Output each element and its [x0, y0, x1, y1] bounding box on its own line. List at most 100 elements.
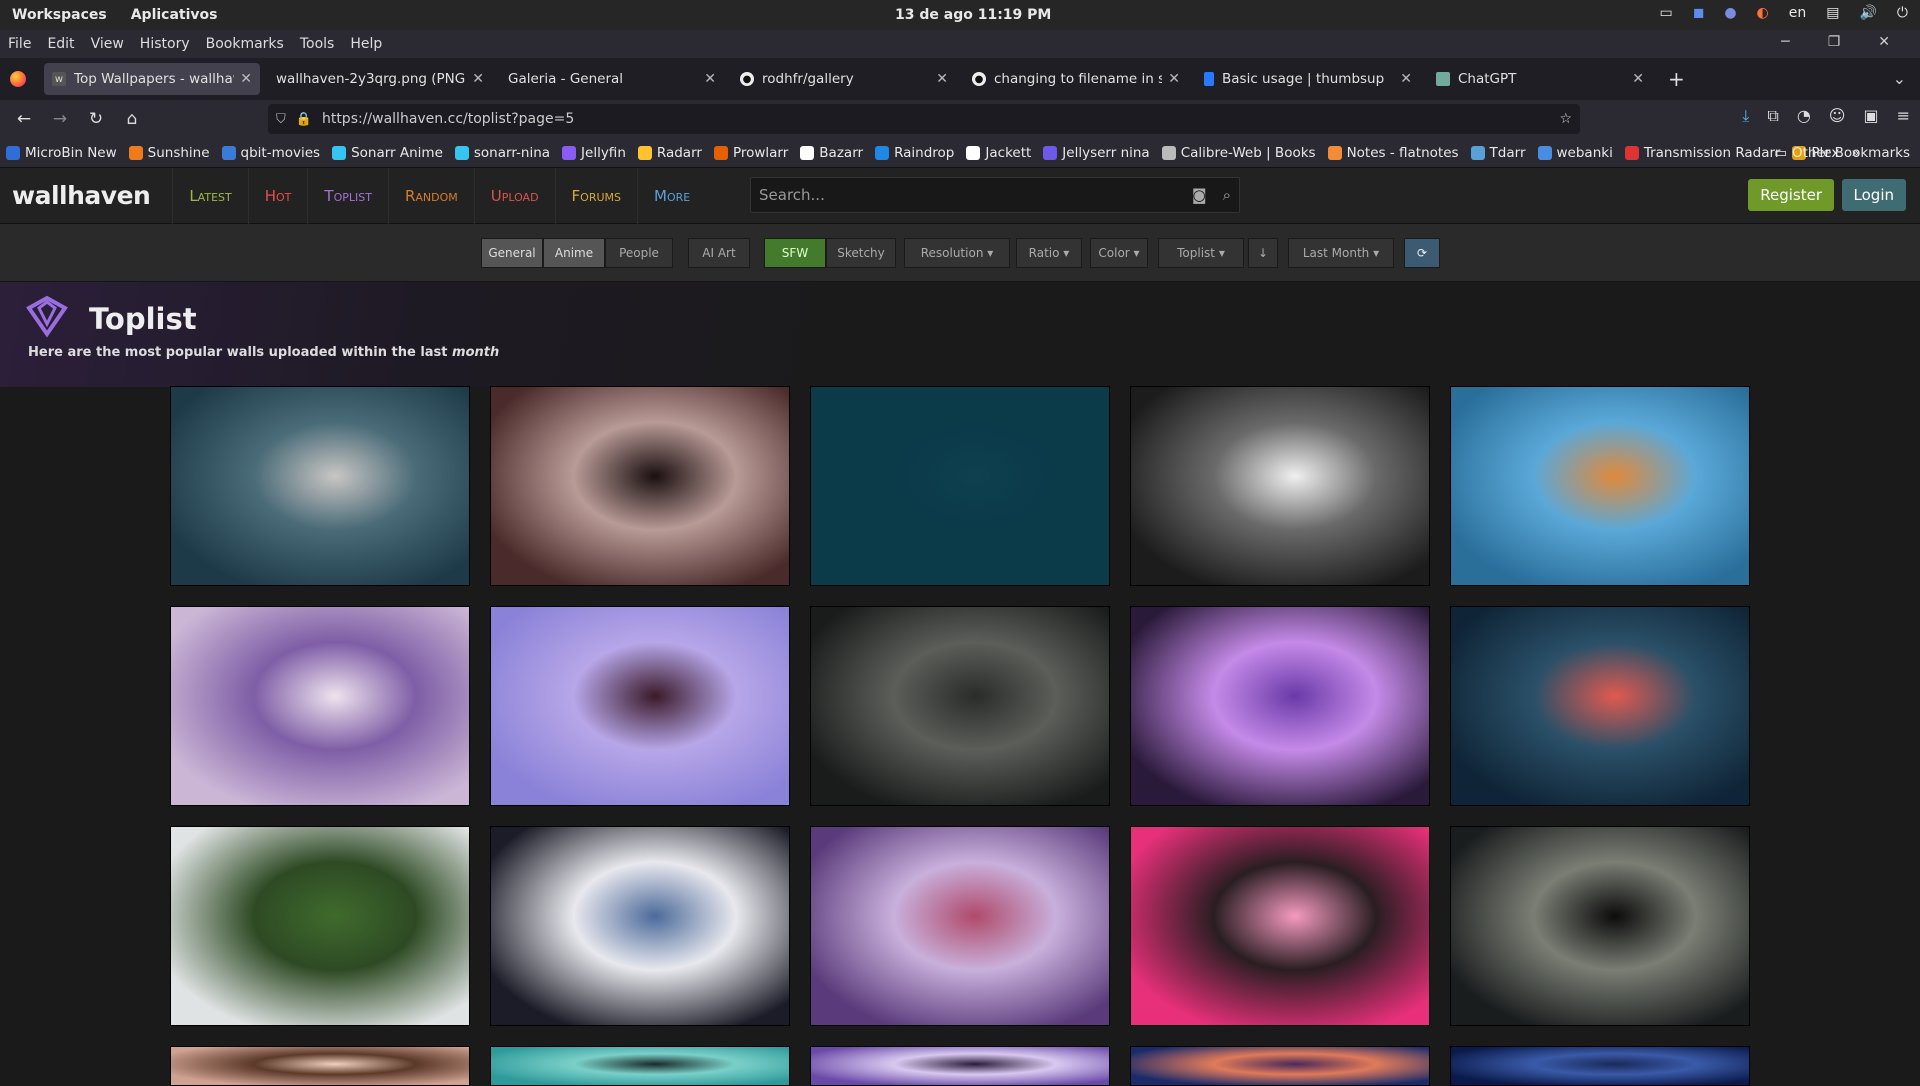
- close-window-icon[interactable]: ✕: [1878, 34, 1890, 50]
- search-icon[interactable]: ⌕: [1223, 186, 1231, 204]
- wallpaper-thumbnail[interactable]: [1130, 826, 1430, 1026]
- volume-icon[interactable]: 🔊: [1859, 5, 1876, 21]
- wallpaper-thumbnail[interactable]: [170, 1046, 470, 1086]
- refresh-icon[interactable]: ⟳: [1404, 238, 1440, 268]
- bookmark-item[interactable]: Notes - flatnotes: [1327, 145, 1459, 161]
- wallpaper-thumbnail[interactable]: [1130, 1046, 1430, 1086]
- wallpaper-thumbnail[interactable]: [490, 386, 790, 586]
- menu-history[interactable]: History: [140, 36, 190, 52]
- language-indicator[interactable]: en: [1789, 5, 1807, 21]
- menu-bookmarks[interactable]: Bookmarks: [206, 36, 284, 52]
- tab-png-image[interactable]: wallhaven-2y3qrg.png (PNG Image ✕: [268, 63, 492, 95]
- close-tab-icon[interactable]: ✕: [936, 71, 948, 87]
- tab-github-issue[interactable]: ● changing to filename in sort ✕: [964, 63, 1188, 95]
- resolution-dropdown[interactable]: Resolution ▾: [904, 238, 1010, 268]
- wallpaper-thumbnail[interactable]: [1450, 606, 1750, 806]
- bookmark-item[interactable]: Jackett: [966, 145, 1031, 161]
- nav-forums[interactable]: Forums: [554, 167, 637, 224]
- home-icon[interactable]: ⌂: [116, 103, 148, 135]
- restore-icon[interactable]: ❐: [1828, 34, 1841, 50]
- sort-order-button[interactable]: ↓: [1248, 238, 1278, 268]
- wallpaper-thumbnail[interactable]: [810, 826, 1110, 1026]
- menu-edit[interactable]: Edit: [47, 36, 74, 52]
- wallpaper-thumbnail[interactable]: [1130, 386, 1430, 586]
- bookmark-item[interactable]: sonarr-nina: [454, 145, 550, 161]
- color-dropdown[interactable]: Color ▾: [1090, 238, 1148, 268]
- toplist-range-dropdown[interactable]: Last Month ▾: [1288, 238, 1394, 268]
- bookmark-item[interactable]: Sunshine: [128, 145, 210, 161]
- wallpaper-thumbnail[interactable]: [1450, 386, 1750, 586]
- wallpaper-thumbnail[interactable]: [1130, 606, 1430, 806]
- menu-tools[interactable]: Tools: [300, 36, 335, 52]
- firefox-view-icon[interactable]: [4, 65, 32, 93]
- reload-icon[interactable]: ↻: [80, 103, 112, 135]
- app-menu-icon[interactable]: ≡: [1897, 106, 1910, 126]
- tab-chatgpt[interactable]: ChatGPT ✕: [1428, 63, 1652, 95]
- profile-icon[interactable]: ☺: [1829, 106, 1846, 126]
- minimize-icon[interactable]: ─: [1781, 34, 1789, 50]
- wallpaper-thumbnail[interactable]: [490, 606, 790, 806]
- bookmark-star-icon[interactable]: ☆: [1559, 111, 1572, 127]
- filter-anime[interactable]: Anime: [543, 238, 605, 268]
- tab-github-gallery[interactable]: ● rodhfr/gallery ✕: [732, 63, 956, 95]
- bookmark-item[interactable]: qbit-movies: [221, 145, 320, 161]
- tab-thumbsup[interactable]: Basic usage | thumbsup ✕: [1196, 63, 1420, 95]
- forward-icon[interactable]: →: [44, 103, 76, 135]
- wallpaper-thumbnail[interactable]: [810, 606, 1110, 806]
- network-icon[interactable]: ▤: [1826, 5, 1839, 21]
- lock-icon[interactable]: 🔒: [296, 112, 312, 127]
- bookmark-item[interactable]: Jellyserr nina: [1043, 145, 1150, 161]
- wallpaper-thumbnail[interactable]: [810, 1046, 1110, 1086]
- bookmark-item[interactable]: Raindrop: [875, 145, 954, 161]
- menu-file[interactable]: File: [8, 36, 31, 52]
- wallpaper-thumbnail[interactable]: [490, 1046, 790, 1086]
- filter-sketchy[interactable]: Sketchy: [826, 238, 896, 268]
- ratio-dropdown[interactable]: Ratio ▾: [1016, 238, 1082, 268]
- shield-icon[interactable]: ⛉: [276, 112, 286, 127]
- list-all-tabs-icon[interactable]: ⌄: [1893, 69, 1906, 88]
- filter-people[interactable]: People: [605, 238, 673, 268]
- url-text[interactable]: https://wallhaven.cc/toplist?page=5: [322, 111, 574, 127]
- apps-menu[interactable]: Aplicativos: [131, 7, 218, 23]
- account-icon[interactable]: ◔: [1797, 106, 1811, 126]
- filter-general[interactable]: General: [481, 238, 543, 268]
- wallpaper-thumbnail[interactable]: [1450, 826, 1750, 1026]
- vpn-icon[interactable]: ●: [1724, 5, 1736, 21]
- bookmark-item[interactable]: Prowlarr: [713, 145, 788, 161]
- camera-icon[interactable]: ◙: [1192, 186, 1207, 204]
- close-tab-icon[interactable]: ✕: [240, 71, 252, 87]
- back-icon[interactable]: ←: [8, 103, 40, 135]
- bitwarden-icon[interactable]: ◼: [1693, 5, 1705, 21]
- wallpaper-thumbnail[interactable]: [1450, 1046, 1750, 1086]
- filter-sfw[interactable]: SFW: [764, 238, 826, 268]
- close-tab-icon[interactable]: ✕: [472, 71, 484, 87]
- nav-more[interactable]: More: [637, 167, 706, 224]
- close-tab-icon[interactable]: ✕: [1632, 71, 1644, 87]
- tab-wallhaven[interactable]: w Top Wallpapers - wallhaven ✕: [44, 63, 260, 95]
- bookmark-item[interactable]: Radarr: [637, 145, 702, 161]
- bookmark-item[interactable]: webanki: [1537, 145, 1613, 161]
- bookmark-item[interactable]: Transmission Radarr: [1624, 145, 1780, 161]
- download-icon[interactable]: ⤓: [1742, 106, 1749, 126]
- nav-upload[interactable]: Upload: [473, 167, 555, 224]
- bookmark-item[interactable]: Tdarr: [1470, 145, 1526, 161]
- register-button[interactable]: Register: [1748, 179, 1834, 211]
- image-extension-icon[interactable]: ▣: [1863, 106, 1878, 126]
- close-tab-icon[interactable]: ✕: [1168, 71, 1180, 87]
- new-tab-icon[interactable]: +: [1668, 67, 1685, 91]
- display-icon[interactable]: ▭: [1659, 5, 1672, 21]
- tab-galeria[interactable]: Galeria - General ✕: [500, 63, 724, 95]
- bookmark-item[interactable]: Sonarr Anime: [332, 145, 443, 161]
- extensions-icon[interactable]: ⧉: [1767, 106, 1778, 126]
- menu-help[interactable]: Help: [350, 36, 382, 52]
- wallpaper-thumbnail[interactable]: [490, 826, 790, 1026]
- bookmark-item[interactable]: Jellyfin: [562, 145, 626, 161]
- wallpaper-thumbnail[interactable]: [170, 386, 470, 586]
- nav-random[interactable]: Random: [387, 167, 474, 224]
- nav-hot[interactable]: Hot: [247, 167, 308, 224]
- site-logo[interactable]: wallhaven: [12, 181, 151, 210]
- bookmark-item[interactable]: Bazarr: [800, 145, 863, 161]
- nav-latest[interactable]: Latest: [172, 167, 247, 224]
- bookmark-item[interactable]: Calibre-Web | Books: [1161, 145, 1316, 161]
- filter-ai-art[interactable]: AI Art: [688, 238, 750, 268]
